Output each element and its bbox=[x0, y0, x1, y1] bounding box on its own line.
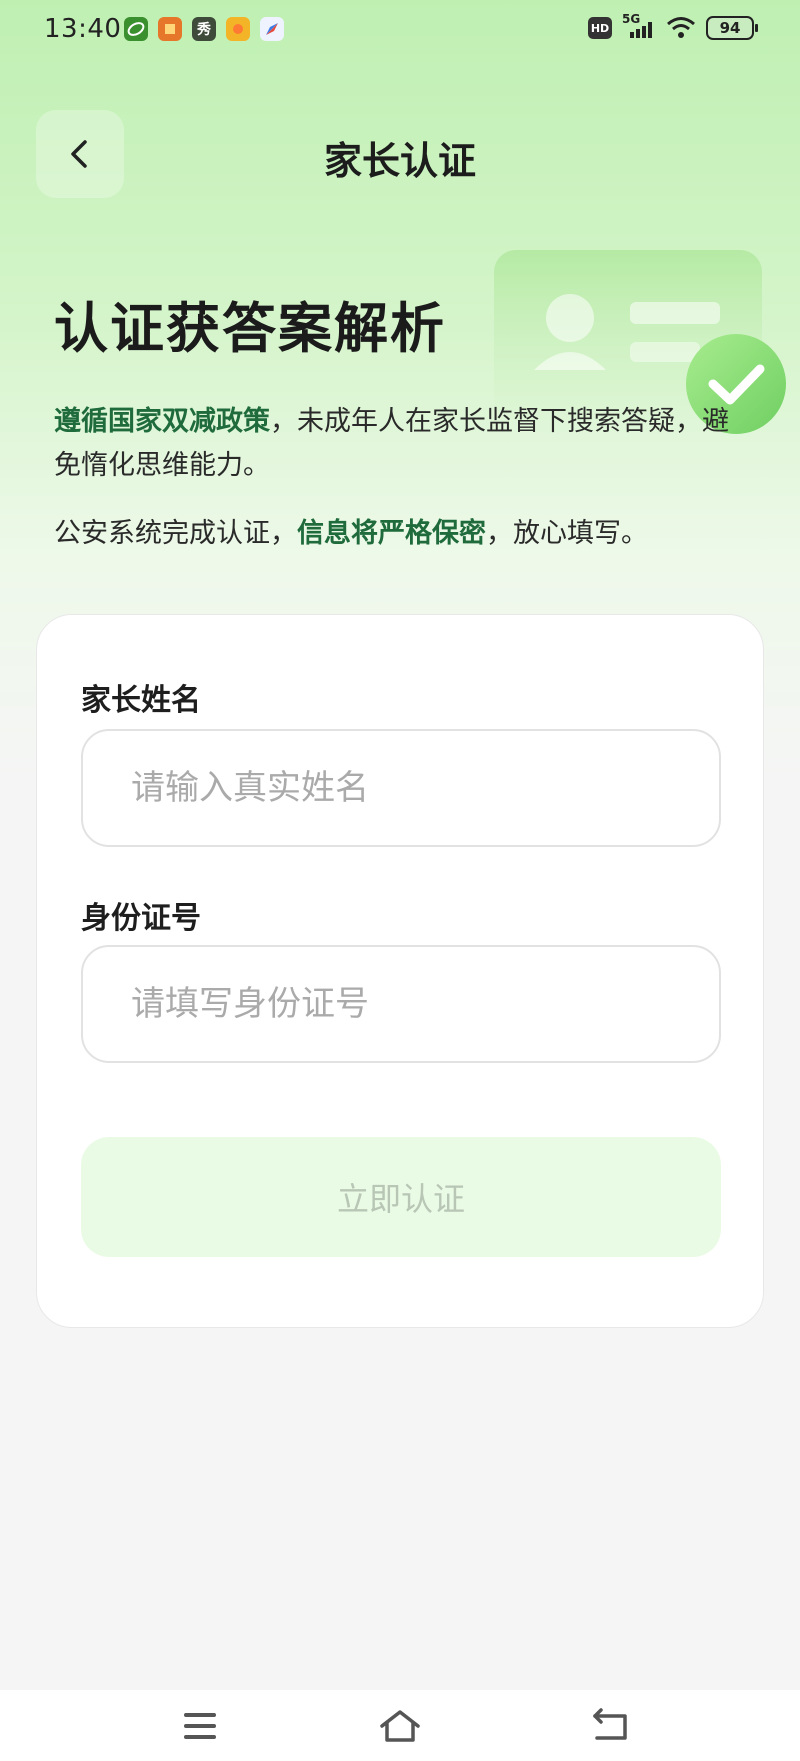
hero-title: 认证获答案解析 bbox=[54, 297, 446, 360]
recent-apps-button[interactable] bbox=[170, 1702, 230, 1750]
back-icon bbox=[593, 1708, 627, 1740]
signal-icon: 5G bbox=[622, 12, 656, 40]
privacy-highlight: 信息将严格保密 bbox=[297, 518, 486, 549]
app-notification-icon bbox=[226, 17, 250, 41]
privacy-end: ，放心填写。 bbox=[486, 518, 648, 549]
privacy-text: 公安系统完成认证，信息将严格保密，放心填写。 bbox=[54, 512, 754, 556]
hd-badge: HD bbox=[588, 17, 612, 39]
home-icon bbox=[380, 1710, 420, 1742]
privacy-start: 公安系统完成认证， bbox=[54, 518, 297, 549]
verification-form-card: 家长姓名 身份证号 立即认证 bbox=[36, 614, 764, 1328]
system-icons: HD 5G 94 bbox=[588, 12, 758, 40]
status-time: 13:40 bbox=[44, 14, 122, 44]
name-input[interactable] bbox=[81, 729, 721, 847]
back-nav-button[interactable] bbox=[580, 1702, 640, 1750]
id-number-input[interactable] bbox=[81, 945, 721, 1063]
wifi-icon bbox=[666, 16, 696, 40]
notification-icons: 秀 bbox=[124, 17, 284, 41]
menu-icon bbox=[184, 1713, 216, 1739]
xiu-app-icon: 秀 bbox=[192, 17, 216, 41]
compass-notification-icon bbox=[260, 17, 284, 41]
policy-text: 遵循国家双减政策，未成年人在家长监督下搜索答疑，避免惰化思维能力。 bbox=[54, 400, 754, 488]
home-button[interactable] bbox=[370, 1702, 430, 1750]
app-notification-icon bbox=[158, 17, 182, 41]
id-number-label: 身份证号 bbox=[81, 901, 201, 936]
name-label: 家长姓名 bbox=[81, 683, 201, 718]
app-notification-icon bbox=[124, 17, 148, 41]
battery-indicator: 94 bbox=[706, 16, 758, 40]
status-bar: 13:40 秀 HD 5G 94 bbox=[0, 0, 800, 62]
page-title: 家长认证 bbox=[323, 139, 476, 183]
verify-now-button[interactable]: 立即认证 bbox=[81, 1137, 721, 1257]
policy-highlight: 遵循国家双减政策 bbox=[54, 406, 270, 437]
battery-level: 94 bbox=[719, 19, 741, 37]
navigation-bar bbox=[0, 1690, 800, 1761]
